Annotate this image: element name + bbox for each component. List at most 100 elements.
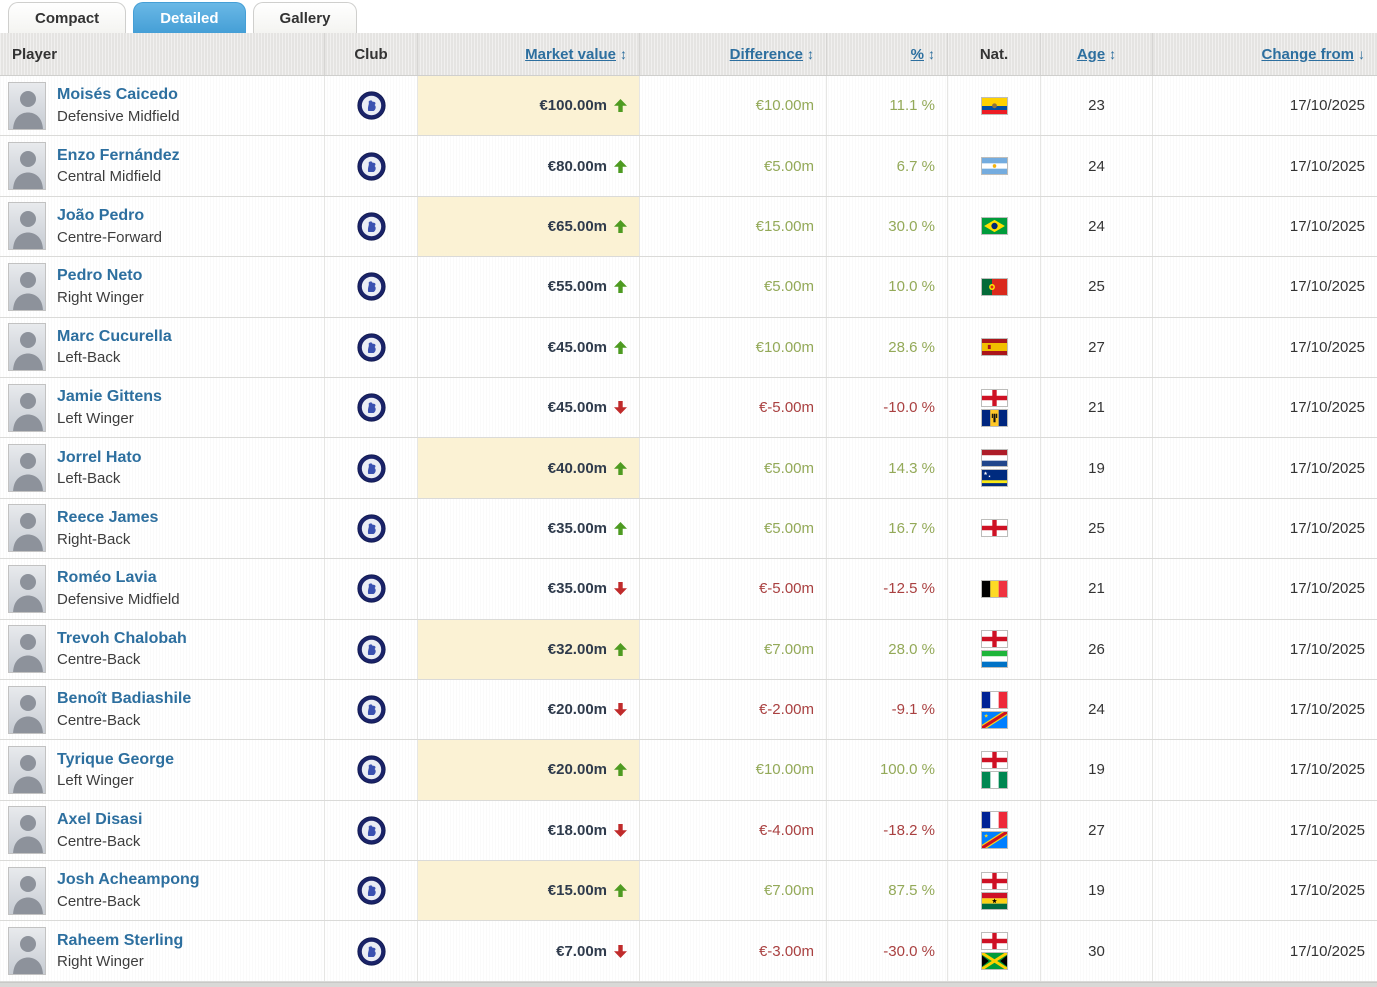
nationality-cell: [948, 921, 1041, 981]
player-photo[interactable]: [8, 625, 46, 674]
club-cell: [325, 619, 418, 679]
sort-change-from-link[interactable]: Change from: [1261, 46, 1354, 63]
player-position: Left-Back: [57, 349, 121, 367]
player-cell: Moisés Caicedo Defensive Midfield: [0, 76, 325, 136]
player-position: Centre-Forward: [57, 228, 163, 246]
change-from-cell: 17/10/2025: [1153, 136, 1377, 195]
sort-updown-icon[interactable]: ↕: [928, 46, 935, 62]
player-photo[interactable]: [8, 81, 46, 130]
player-name-link[interactable]: Moisés Caicedo: [57, 84, 180, 106]
percent-value: 100.0 %: [879, 761, 935, 779]
player-name-link[interactable]: Raheem Sterling: [57, 930, 183, 952]
change-from-date: 17/10/2025: [1289, 640, 1365, 658]
club-crest-icon[interactable]: [356, 272, 386, 301]
club-crest-icon[interactable]: [356, 151, 386, 181]
change-from-date: 17/10/2025: [1289, 580, 1365, 598]
sort-difference-link[interactable]: Difference: [730, 46, 803, 63]
sort-updown-icon[interactable]: ↕: [807, 46, 814, 62]
club-crest-icon[interactable]: [356, 755, 386, 785]
player-name-link[interactable]: Trevoh Chalobah: [57, 628, 187, 650]
player-photo[interactable]: [8, 142, 46, 191]
player-name-link[interactable]: Axel Disasi: [57, 809, 142, 831]
difference-cell: €7.00m: [640, 861, 827, 921]
sort-age-link[interactable]: Age: [1077, 46, 1105, 63]
column-header-nationality: Nat.: [948, 33, 1041, 75]
player-photo[interactable]: [8, 323, 46, 372]
player-photo[interactable]: [8, 927, 46, 976]
sort-market-value-link[interactable]: Market value: [525, 46, 616, 63]
player-name-link[interactable]: Marc Cucurella: [57, 326, 172, 348]
player-name-link[interactable]: João Pedro: [57, 205, 162, 227]
player-photo[interactable]: [8, 383, 46, 432]
percent-cell: 16.7 %: [827, 498, 948, 559]
club-cell: [325, 921, 418, 981]
player-name-link[interactable]: Reece James: [57, 507, 158, 529]
sort-updown-icon[interactable]: ↕: [620, 46, 627, 62]
table-row: Jamie Gittens Left Winger €45.00m €-5.00…: [0, 377, 1377, 439]
sort-updown-icon[interactable]: ↕: [1109, 46, 1116, 62]
age-value: 30: [1088, 942, 1105, 960]
player-position: Defensive Midfield: [57, 590, 180, 608]
club-crest-icon[interactable]: [356, 91, 386, 120]
sort-percent-link[interactable]: %: [911, 46, 924, 63]
difference-value: €7.00m: [763, 640, 814, 658]
age-value: 19: [1088, 761, 1105, 779]
sort-down-icon[interactable]: ↓: [1358, 46, 1365, 62]
tab-detailed[interactable]: Detailed: [133, 2, 246, 33]
club-cell: [325, 740, 418, 800]
player-cell: João Pedro Centre-Forward: [0, 196, 325, 257]
club-crest-icon[interactable]: [356, 212, 386, 241]
flag-icon-england: [980, 932, 1008, 951]
club-crest-icon[interactable]: [356, 453, 386, 483]
player-cell: Pedro Neto Right Winger: [0, 257, 325, 317]
player-photo[interactable]: [8, 806, 46, 855]
flag-icon-netherlands: [980, 449, 1008, 468]
player-cell: Trevoh Chalobah Centre-Back: [0, 619, 325, 679]
player-photo[interactable]: [8, 444, 46, 493]
flag-icon-england: [980, 388, 1008, 407]
club-crest-icon[interactable]: [356, 635, 386, 664]
club-cell: [325, 196, 418, 257]
difference-cell: €-5.00m: [640, 559, 827, 619]
club-crest-icon[interactable]: [356, 816, 386, 845]
player-photo[interactable]: [8, 262, 46, 311]
player-photo[interactable]: [8, 745, 46, 794]
player-name-link[interactable]: Josh Acheampong: [57, 869, 200, 891]
player-photo[interactable]: [8, 685, 46, 734]
player-name-link[interactable]: Tyrique George: [57, 749, 174, 771]
age-cell: 30: [1041, 921, 1153, 981]
player-name-link[interactable]: Enzo Fernández: [57, 145, 180, 167]
column-header-market-value: Market value ↕: [418, 33, 640, 75]
tab-compact[interactable]: Compact: [8, 2, 127, 33]
player-photo[interactable]: [8, 504, 46, 553]
club-crest-icon[interactable]: [356, 333, 386, 362]
club-cell: [325, 317, 418, 377]
market-value-cell: €80.00m: [418, 136, 640, 196]
player-name-link[interactable]: Jorrel Hato: [57, 447, 141, 469]
percent-cell: -18.2 %: [827, 800, 948, 861]
age-cell: 24: [1041, 136, 1153, 196]
age-value: 24: [1088, 217, 1105, 235]
club-crest-icon[interactable]: [356, 393, 386, 422]
club-crest-icon[interactable]: [356, 695, 386, 724]
difference-cell: €7.00m: [640, 619, 827, 679]
player-photo[interactable]: [8, 202, 46, 251]
club-crest-icon[interactable]: [356, 574, 386, 603]
club-crest-icon[interactable]: [356, 876, 386, 905]
player-name-link[interactable]: Roméo Lavia: [57, 567, 180, 589]
nationality-cell: [948, 861, 1041, 921]
player-name-link[interactable]: Pedro Neto: [57, 265, 144, 287]
player-photo[interactable]: [8, 564, 46, 613]
club-crest-icon[interactable]: [356, 514, 386, 543]
flag-icon-brazil: [980, 217, 1008, 236]
player-table-body: Moisés Caicedo Defensive Midfield €100.0…: [0, 76, 1377, 982]
age-value: 27: [1088, 338, 1105, 356]
club-crest-icon[interactable]: [356, 937, 386, 966]
player-cell: Benoît Badiashile Centre-Back: [0, 679, 325, 740]
difference-cell: €-3.00m: [640, 921, 827, 981]
tab-gallery[interactable]: Gallery: [252, 2, 358, 33]
player-name-link[interactable]: Jamie Gittens: [57, 386, 162, 408]
age-cell: 24: [1041, 196, 1153, 257]
player-name-link[interactable]: Benoît Badiashile: [57, 688, 191, 710]
player-photo[interactable]: [8, 866, 46, 915]
